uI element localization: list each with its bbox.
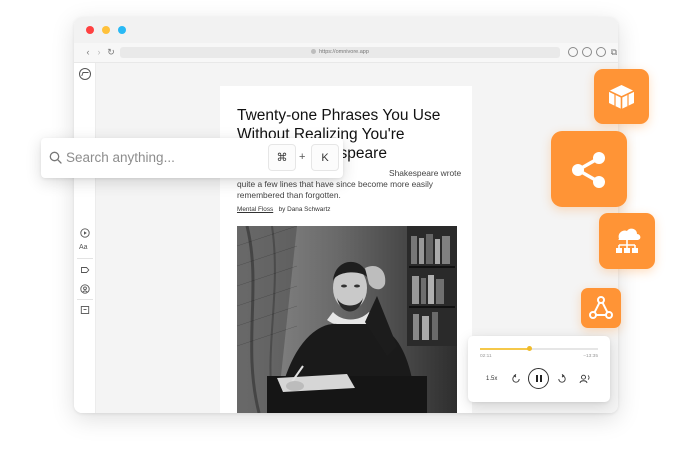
cube-blocks-icon xyxy=(608,85,635,109)
title-bar xyxy=(74,17,618,43)
forward-icon[interactable]: › xyxy=(93,46,105,58)
address-bar[interactable]: https://omnivore.app xyxy=(120,47,560,58)
url-text: https://omnivore.app xyxy=(319,49,369,55)
close-window-button[interactable] xyxy=(86,26,94,34)
article-card: Twenty-one Phrases You Use Without Reali… xyxy=(220,86,472,413)
elapsed-time: 02:11 xyxy=(480,354,492,359)
history-icon[interactable] xyxy=(582,47,592,57)
omnivore-logo-icon[interactable] xyxy=(79,68,91,80)
text-style-icon[interactable]: Aa xyxy=(79,244,89,254)
integration-tile-blocks[interactable] xyxy=(594,69,649,124)
download-icon[interactable] xyxy=(568,47,578,57)
copy-icon[interactable]: ⧉ xyxy=(608,46,618,58)
reader-sidebar: Aa xyxy=(74,63,96,413)
search-bar[interactable]: Search anything... ⌘ + K xyxy=(41,138,343,178)
sidebar-divider xyxy=(77,258,93,259)
k-key: K xyxy=(311,144,339,171)
sidebar-divider xyxy=(77,299,93,300)
article-description: Shakespeare wrote quite a few lines that… xyxy=(237,168,465,201)
play-icon[interactable] xyxy=(80,228,90,238)
byline: by Dana Schwartz xyxy=(278,206,331,213)
command-key: ⌘ xyxy=(268,144,296,171)
share-icon xyxy=(572,152,605,188)
maximize-window-button[interactable] xyxy=(118,26,126,34)
at-icon[interactable] xyxy=(80,284,90,294)
progress-thumb[interactable] xyxy=(527,346,533,351)
webhook-icon xyxy=(589,296,613,319)
rewind-icon[interactable] xyxy=(511,374,521,384)
progress-track[interactable] xyxy=(480,346,598,351)
integration-tile-sitemap[interactable] xyxy=(599,213,655,269)
shortcut-plus: + xyxy=(299,151,306,163)
source-link[interactable]: Mental Floss xyxy=(237,206,273,213)
sitemap-icon xyxy=(616,228,641,253)
integration-tile-webhook[interactable] xyxy=(581,288,621,328)
shield-icon[interactable] xyxy=(596,47,606,57)
playback-speed-button[interactable]: 1.5x xyxy=(486,376,497,382)
browser-toolbar: ‹ › ↻ https://omnivore.app ⧉ xyxy=(74,43,618,63)
shakespeare-portrait-image xyxy=(237,226,457,413)
audio-player: 02:11 −13:35 1.5x xyxy=(468,336,610,402)
lock-icon xyxy=(311,48,317,54)
integration-tile-share[interactable] xyxy=(551,131,627,207)
description-text: quite a few lines that have since become… xyxy=(237,179,433,200)
remaining-time: −13:35 xyxy=(583,354,598,359)
minimize-window-button[interactable] xyxy=(102,26,110,34)
pause-button[interactable] xyxy=(528,368,549,389)
search-icon xyxy=(49,151,62,164)
archive-icon[interactable] xyxy=(80,305,90,315)
article-meta: Mental Floss by Dana Schwartz xyxy=(237,206,330,213)
voice-settings-icon[interactable] xyxy=(579,374,591,384)
progress-fill xyxy=(480,348,530,350)
fast-forward-icon[interactable] xyxy=(557,374,567,384)
label-tag-icon[interactable] xyxy=(80,265,90,275)
reload-icon[interactable]: ↻ xyxy=(105,46,117,58)
search-input[interactable]: Search anything... xyxy=(66,150,175,165)
